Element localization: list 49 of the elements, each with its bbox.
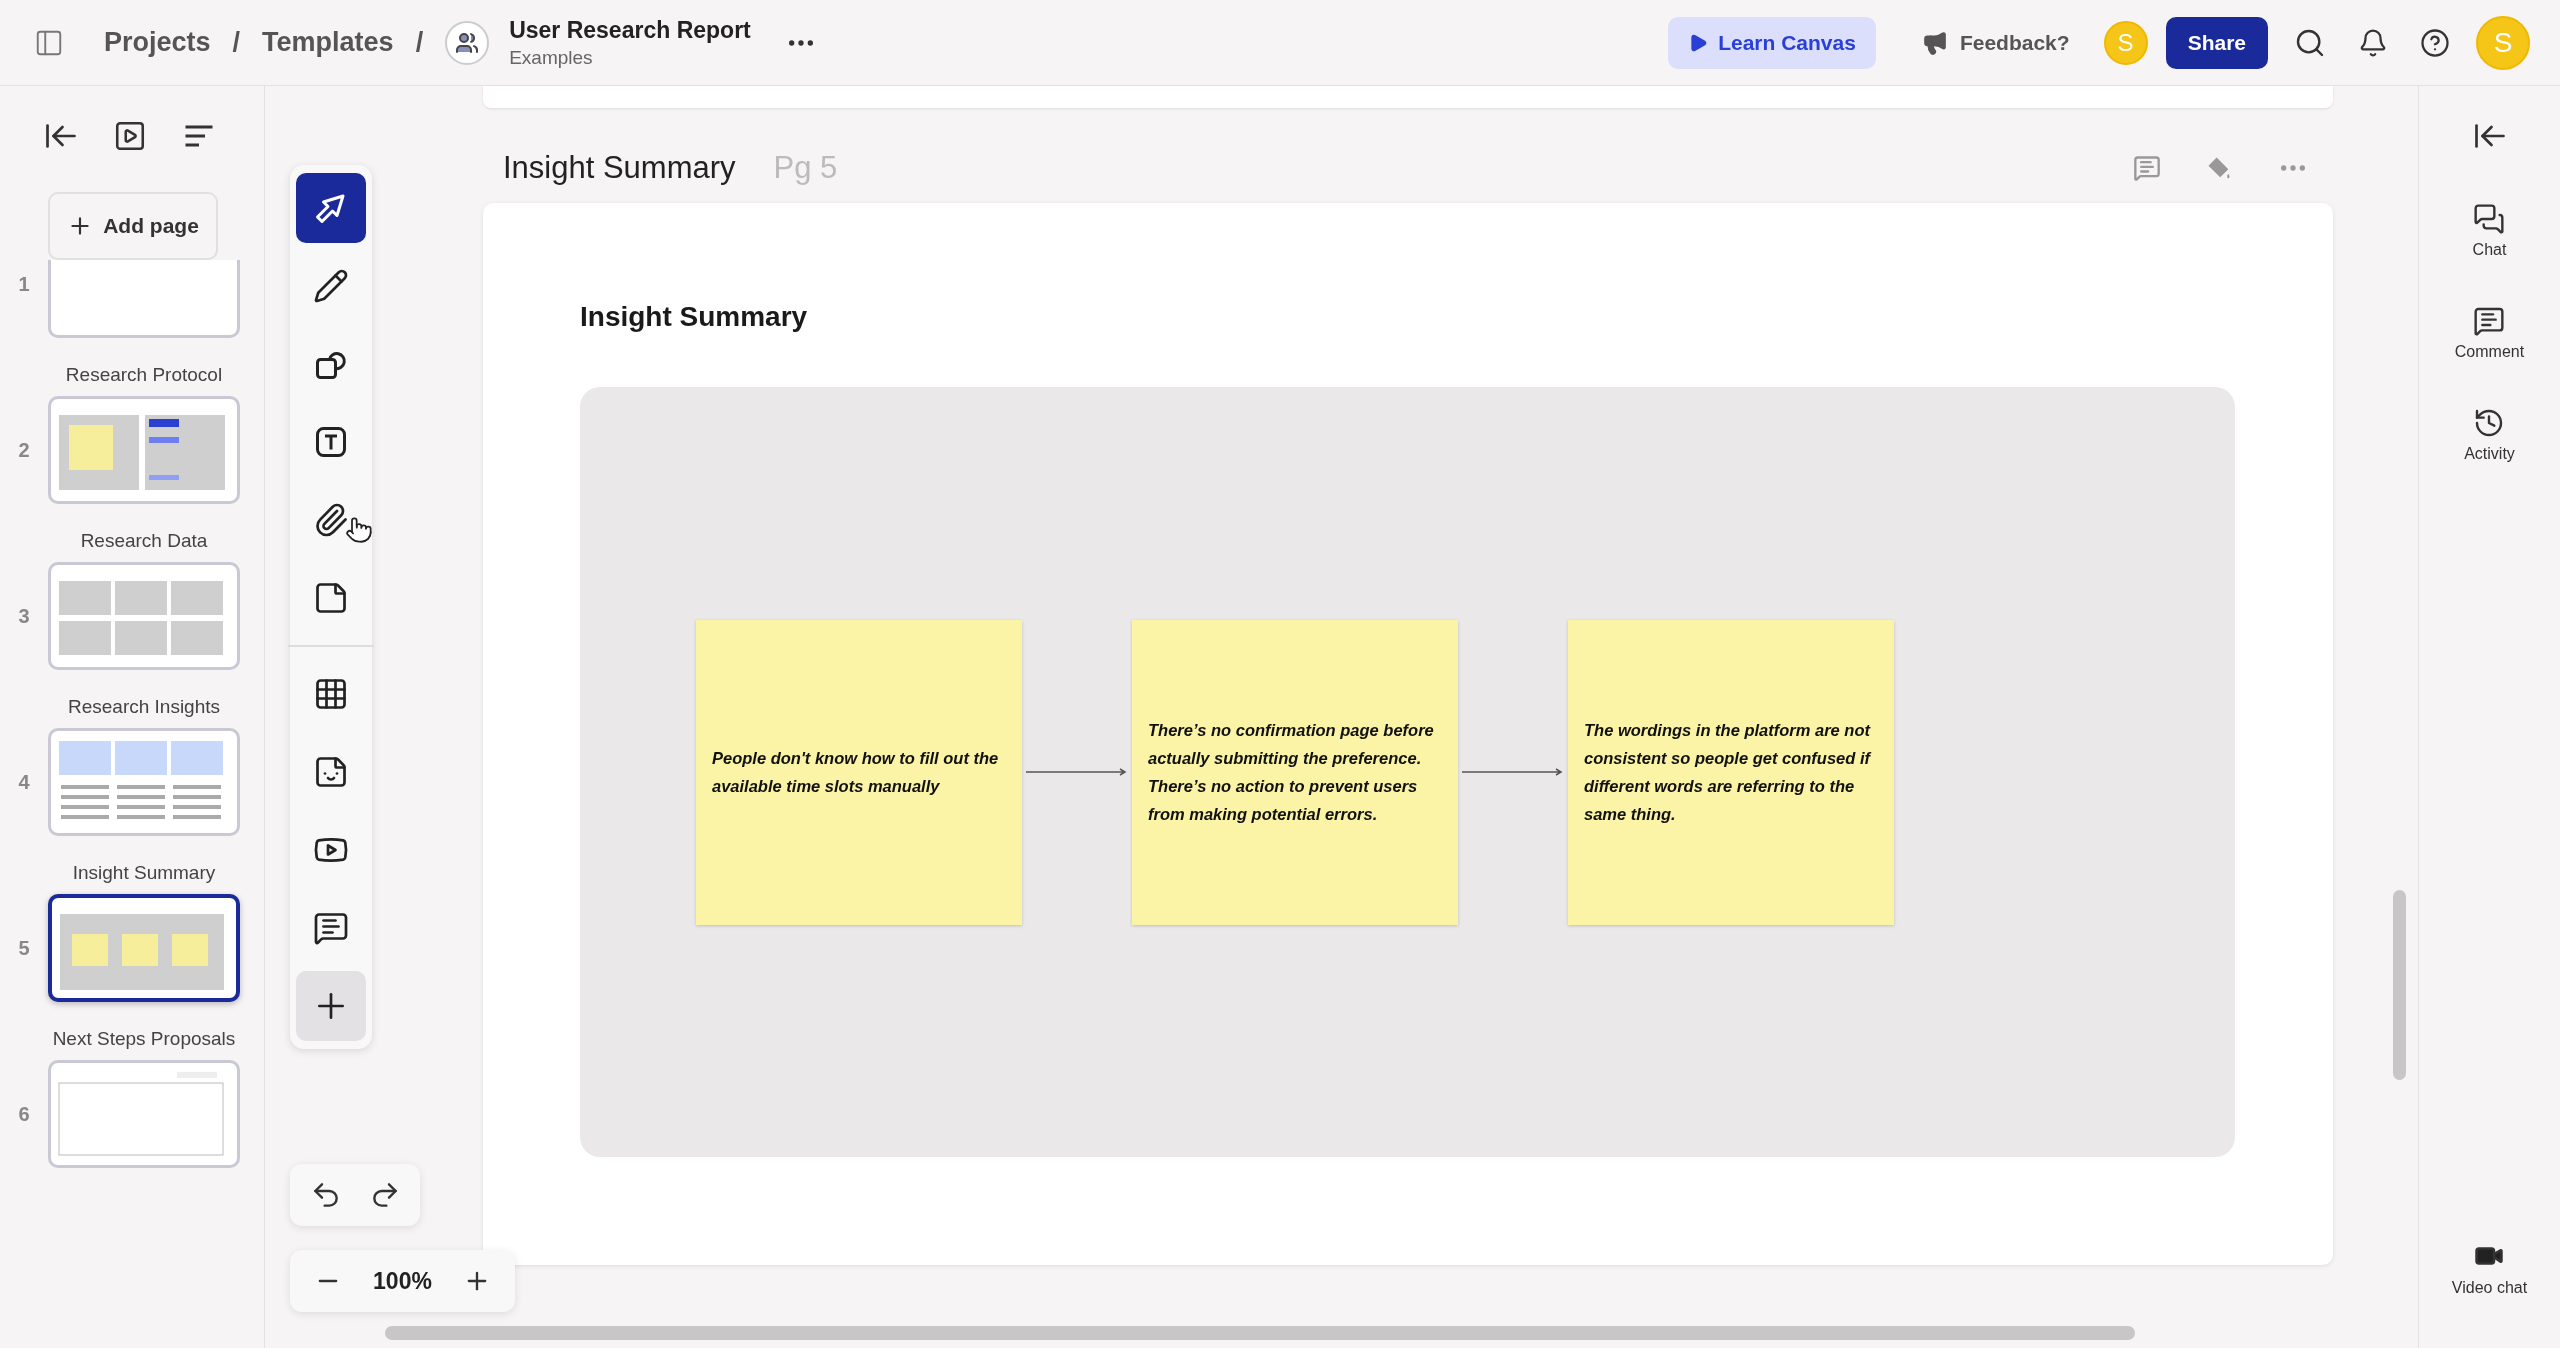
- paperclip-icon: [313, 502, 349, 538]
- vertical-scrollbar[interactable]: [2393, 890, 2406, 1080]
- page-title: Research Protocol: [64, 364, 224, 386]
- sticky-note-text: The wordings in the platform are not consistent so people get confused if different words are referring to the same thing.: [1584, 720, 1873, 825]
- page-number: 2: [17, 438, 31, 462]
- video-chat-button[interactable]: Video chat: [2445, 1240, 2534, 1298]
- chat-icon: [2473, 203, 2506, 235]
- comment-icon: [313, 910, 349, 946]
- page-title: Research Insights: [66, 696, 222, 718]
- breadcrumb-link[interactable]: Projects: [104, 27, 211, 58]
- activity-panel-button[interactable]: Activity: [2458, 406, 2521, 464]
- sticky-note-icon: [313, 580, 349, 616]
- breadcrumb-separator: /: [232, 27, 241, 58]
- zoom-level: 100%: [373, 1267, 432, 1295]
- learn-canvas-button[interactable]: Learn Canvas: [1668, 16, 1876, 69]
- chat-panel-button[interactable]: Chat: [2466, 202, 2513, 260]
- sticky-note-text: There’s no confirmation page before actually submitting the preference. There’s no action to prevent users from making potential errors.: [1148, 720, 1435, 825]
- page-title: Next Steps Proposals: [51, 1028, 237, 1050]
- frame-heading: Insight Summary: [580, 301, 809, 333]
- add-page-button[interactable]: Add page: [48, 192, 218, 260]
- feedback-button[interactable]: Feedback?: [1915, 28, 2076, 57]
- table-icon: [313, 676, 349, 712]
- page-number: 5: [17, 936, 31, 960]
- comment-icon: [2473, 305, 2506, 337]
- page-title: Insight Summary: [503, 149, 736, 186]
- megaphone-icon: [1921, 29, 1948, 56]
- document-title: User Research Report: [509, 16, 751, 44]
- play-icon: [1688, 32, 1709, 53]
- select-tool-button[interactable]: [296, 173, 366, 243]
- page-thumbnail[interactable]: [48, 894, 240, 1002]
- page-number: 3: [17, 604, 31, 628]
- text-icon: [313, 424, 349, 460]
- add-tool-button[interactable]: [296, 971, 366, 1041]
- breadcrumb-link[interactable]: Templates: [262, 27, 394, 58]
- collaborator-avatar: S: [2103, 20, 2148, 65]
- page-number: Pg 5: [773, 149, 838, 186]
- page-title: Insight Summary: [71, 862, 217, 884]
- page-number: 6: [17, 1102, 31, 1126]
- sticky-note-text: People don't know how to fill out the available time slots manually: [712, 748, 1000, 797]
- comment-panel-button[interactable]: Comment: [2448, 304, 2531, 362]
- page-title: Research Data: [79, 530, 209, 552]
- pencil-icon: [313, 268, 349, 304]
- page-number: 1: [17, 272, 31, 296]
- share-button[interactable]: Share: [2165, 16, 2268, 69]
- sticker-icon: [313, 754, 349, 790]
- document-subtitle: Examples: [509, 46, 594, 69]
- page-number: 4: [17, 770, 31, 794]
- horizontal-scrollbar[interactable]: [385, 1326, 2135, 1340]
- breadcrumb-separator: /: [415, 27, 424, 58]
